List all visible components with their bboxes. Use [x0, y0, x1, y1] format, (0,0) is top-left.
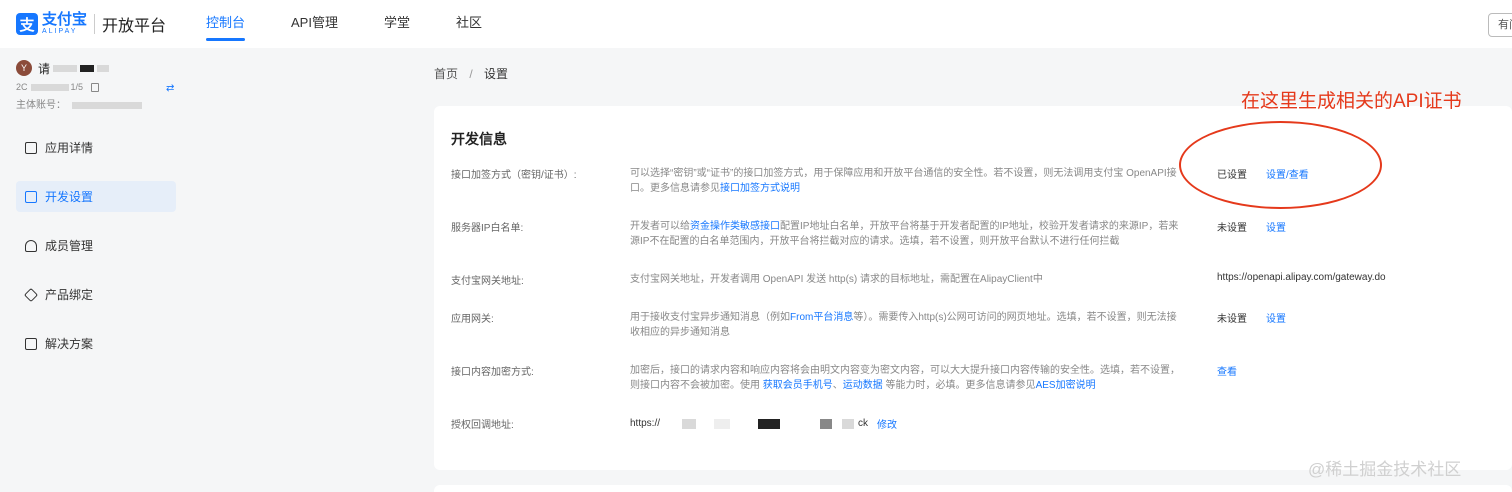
sidebar-item-label: 解决方案 — [45, 337, 94, 351]
row-description: 支付宝网关地址，开发者调用 OpenAPI 发送 http(s) 请求的目标地址… — [630, 272, 1182, 287]
redacted-mask — [820, 418, 833, 429]
account-panel: Y 请 2C 1/5 ⇄ 主体账号： — [16, 60, 186, 111]
row-description: 用于接收支付宝异步通知消息（例如From平台消息等）。需要传入http(s)公网… — [630, 310, 1182, 340]
redacted-mask — [80, 64, 95, 72]
members-icon — [25, 239, 37, 252]
account-id: 2C — [16, 82, 28, 92]
sign-method-doc-link[interactable]: 接口加签方式说明 — [720, 183, 800, 194]
help-button[interactable]: 有问 — [1488, 13, 1512, 37]
sidebar-item-label: 成员管理 — [45, 239, 94, 253]
nav-community[interactable]: 社区 — [456, 0, 482, 48]
platform-message-link[interactable]: From平台消息 — [790, 312, 853, 323]
redacted-mask — [842, 418, 855, 429]
set-link[interactable]: 设置 — [1266, 219, 1286, 234]
redacted-mask — [97, 64, 110, 72]
avatar: Y — [16, 60, 32, 76]
sidebar-item-label: 开发设置 — [45, 190, 94, 204]
logo-divider — [94, 14, 96, 34]
sport-data-link[interactable]: 运动数据 — [843, 380, 883, 391]
platform-name: 开放平台 — [102, 18, 167, 35]
callback-url: https:// ck 修改 — [630, 416, 897, 431]
sidebar-item-solution[interactable]: 解决方案 — [16, 328, 176, 359]
sidebar-item-label: 产品绑定 — [45, 288, 94, 302]
status-text: 未设置 — [1217, 223, 1247, 234]
member-phone-link[interactable]: 获取会员手机号 — [763, 380, 833, 391]
swap-icon[interactable]: ⇄ — [166, 83, 174, 94]
breadcrumb-home[interactable]: 首页 — [434, 67, 458, 81]
row-description: 可以选择“密钥”或“证书”的接口加签方式，用于保障应用和开放平台通信的安全性。若… — [630, 166, 1182, 196]
callback-url-suffix: ck — [858, 418, 869, 429]
set-link[interactable]: 设置 — [1266, 310, 1286, 325]
main-account-row: 主体账号： — [16, 96, 186, 111]
redacted-mask — [53, 64, 78, 72]
row-label: 接口加签方式（密钥/证书）: — [451, 170, 577, 181]
redacted-mask — [71, 101, 142, 109]
watermark: @稀土掘金技术社区 — [1308, 460, 1462, 479]
desc-text: 用于接收支付宝异步通知消息（例如 — [630, 312, 790, 323]
logo-cn: 支付宝 — [42, 11, 88, 28]
row-description: 加密后，接口的请求内容和响应内容将会由明文内容变为密文内容，可以大大提升接口内容… — [630, 363, 1182, 393]
sidebar-item-product-bind[interactable]: 产品绑定 — [16, 279, 176, 310]
sidebar-item-members[interactable]: 成员管理 — [16, 230, 176, 261]
redacted-mask — [758, 418, 781, 429]
top-header: 支 支付宝 ALIPAY 开放平台 控制台 API管理 学堂 社区 有问 — [0, 0, 1512, 48]
account-name: 请 — [38, 61, 51, 76]
desc-text: 开发者可以给 — [630, 221, 690, 232]
gateway-url: https://openapi.alipay.com/gateway.do — [1217, 272, 1386, 283]
row-label: 接口内容加密方式: — [451, 367, 534, 378]
card-title: 开发信息 — [451, 131, 507, 147]
account-name-row: Y 请 — [16, 60, 186, 76]
nav-console[interactable]: 控制台 — [206, 0, 246, 48]
account-id-row: 2C 1/5 — [16, 82, 186, 92]
status-text: 未设置 — [1217, 314, 1247, 325]
row-label: 授权回调地址: — [451, 420, 514, 431]
sidebar-menu: 应用详情 开发设置 成员管理 产品绑定 解决方案 — [16, 132, 176, 377]
row-label: 支付宝网关地址: — [451, 276, 524, 287]
logo-en: ALIPAY — [42, 28, 78, 35]
logo-text: 支付宝 ALIPAY — [42, 12, 87, 36]
nav-api-management[interactable]: API管理 — [291, 0, 338, 48]
account-id-suffix: 1/5 — [70, 82, 84, 92]
product-bind-icon — [23, 287, 39, 302]
sidebar-item-dev-settings[interactable]: 开发设置 — [16, 181, 176, 212]
sidebar-item-app-detail[interactable]: 应用详情 — [16, 132, 176, 163]
view-link[interactable]: 查看 — [1217, 363, 1237, 378]
callback-url-prefix: https:// — [630, 418, 661, 429]
solution-icon — [25, 337, 37, 350]
sidebar: Y 请 2C 1/5 ⇄ 主体账号： 应用详情 开发设置 成员管理 产品绑定 解… — [0, 48, 190, 492]
sensitive-api-link[interactable]: 资金操作类敏感接口 — [690, 221, 780, 232]
dev-settings-icon — [25, 190, 37, 203]
desc-text: 可以选择“密钥”或“证书”的接口加签方式，用于保障应用和开放平台通信的安全性。若… — [630, 168, 1177, 194]
sidebar-item-label: 应用详情 — [45, 141, 94, 155]
copy-icon[interactable] — [91, 82, 100, 92]
main-account-label: 主体账号： — [16, 100, 66, 111]
breadcrumb: 首页 / 设置 — [434, 65, 508, 82]
annotation-circle — [1179, 121, 1382, 209]
next-card — [434, 485, 1512, 492]
redacted-mask — [30, 83, 69, 91]
alipay-logo[interactable]: 支 支付宝 ALIPAY 开放平台 — [16, 12, 166, 36]
annotation-text: 在这里生成相关的API证书 — [1241, 91, 1462, 112]
breadcrumb-separator: / — [469, 67, 473, 81]
desc-text: 、 — [832, 380, 843, 391]
row-description: 开发者可以给资金操作类敏感接口配置IP地址白名单，开放平台将基于开发者配置的IP… — [630, 219, 1182, 249]
breadcrumb-current: 设置 — [484, 67, 509, 81]
alipay-logo-icon: 支 — [16, 13, 38, 35]
desc-text: 支付宝网关地址，开发者调用 OpenAPI 发送 http(s) 请求的目标地址… — [630, 274, 1043, 285]
top-nav: 控制台 API管理 学堂 社区 — [206, 0, 528, 48]
aes-doc-link[interactable]: AES加密说明 — [1036, 380, 1096, 391]
nav-academy[interactable]: 学堂 — [384, 0, 410, 48]
app-detail-icon — [25, 141, 37, 154]
redacted-mask — [682, 418, 697, 429]
row-label: 服务器IP白名单: — [451, 223, 524, 234]
desc-text: 等能力时，必填。更多信息请参见 — [882, 380, 1036, 391]
row-label: 应用网关: — [451, 314, 494, 325]
redacted-mask — [714, 418, 731, 429]
edit-link[interactable]: 修改 — [877, 416, 897, 431]
